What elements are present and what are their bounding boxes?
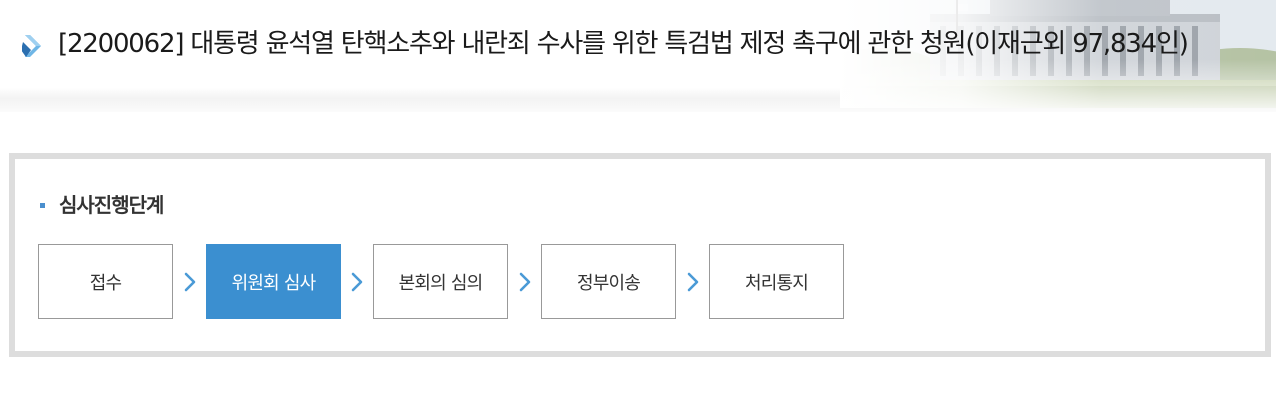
chevron-right-icon bbox=[351, 272, 363, 292]
review-process-panel: 심사진행단계 접수 위원회 심사 본회의 심의 정부이송 처리통지 bbox=[9, 153, 1271, 357]
step-received: 접수 bbox=[38, 244, 173, 319]
blue-diamond-arrow-icon bbox=[22, 35, 41, 57]
chevron-right-icon bbox=[687, 272, 699, 292]
page-header: [2200062] 대통령 윤석열 탄핵소추와 내란죄 수사를 위한 특검법 제… bbox=[0, 0, 1276, 112]
step-plenary-deliberation: 본회의 심의 bbox=[373, 244, 508, 319]
step-committee-review: 위원회 심사 bbox=[206, 244, 341, 319]
step-result-notice: 처리통지 bbox=[709, 244, 844, 319]
section-bullet-icon bbox=[40, 203, 45, 208]
chevron-right-icon bbox=[184, 272, 196, 292]
step-government-transfer: 정부이송 bbox=[541, 244, 676, 319]
petition-page: [2200062] 대통령 윤석열 탄핵소추와 내란죄 수사를 위한 특검법 제… bbox=[0, 0, 1276, 414]
page-title: [2200062] 대통령 윤석열 탄핵소추와 내란죄 수사를 위한 특검법 제… bbox=[58, 29, 1189, 59]
chevron-right-icon bbox=[519, 272, 531, 292]
section-title: 심사진행단계 bbox=[59, 193, 164, 217]
